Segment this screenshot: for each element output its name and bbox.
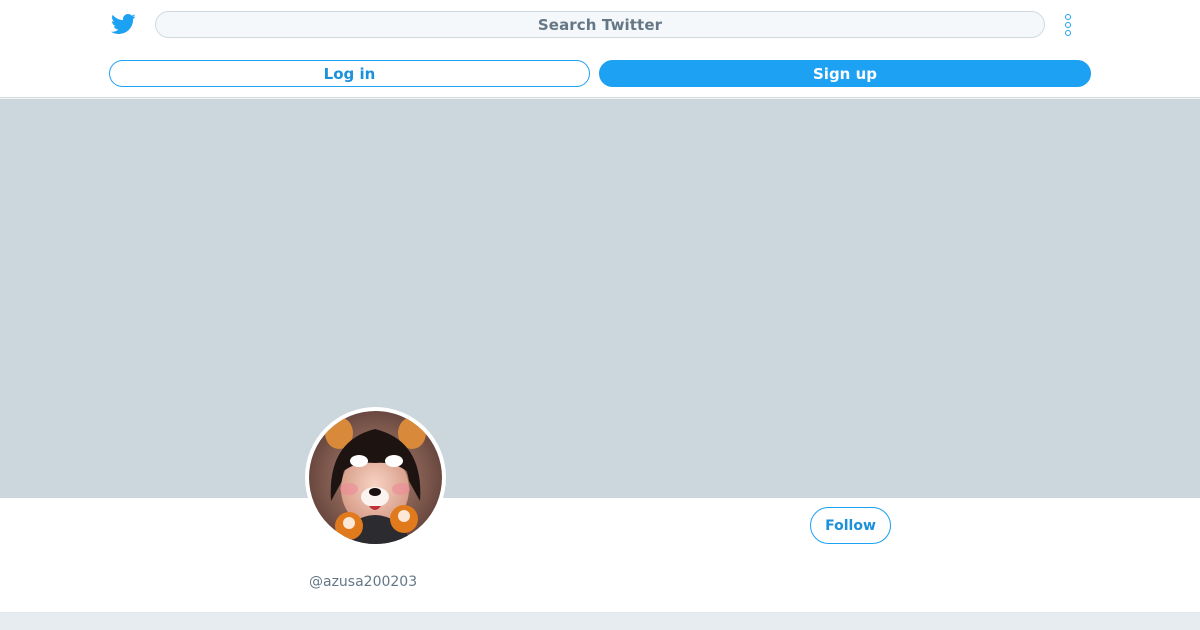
more-vertical-icon[interactable] bbox=[1059, 11, 1077, 39]
search-placeholder: Search Twitter bbox=[537, 15, 663, 34]
top-header: Search Twitter Log in Sign up bbox=[0, 0, 1200, 98]
avatar[interactable] bbox=[305, 407, 446, 548]
more-dot bbox=[1065, 22, 1071, 28]
follow-button[interactable]: Follow bbox=[810, 507, 891, 544]
login-button[interactable]: Log in bbox=[109, 60, 590, 87]
profile-banner bbox=[0, 99, 1200, 498]
profile-handle: @azusa200203 bbox=[309, 574, 418, 590]
more-dot bbox=[1065, 30, 1071, 36]
signup-button[interactable]: Sign up bbox=[599, 60, 1091, 87]
content-divider bbox=[0, 612, 1200, 630]
twitter-bird-icon[interactable] bbox=[110, 11, 136, 37]
profile-photo bbox=[309, 411, 442, 544]
more-dot bbox=[1065, 14, 1071, 20]
search-input[interactable]: Search Twitter bbox=[155, 11, 1045, 38]
